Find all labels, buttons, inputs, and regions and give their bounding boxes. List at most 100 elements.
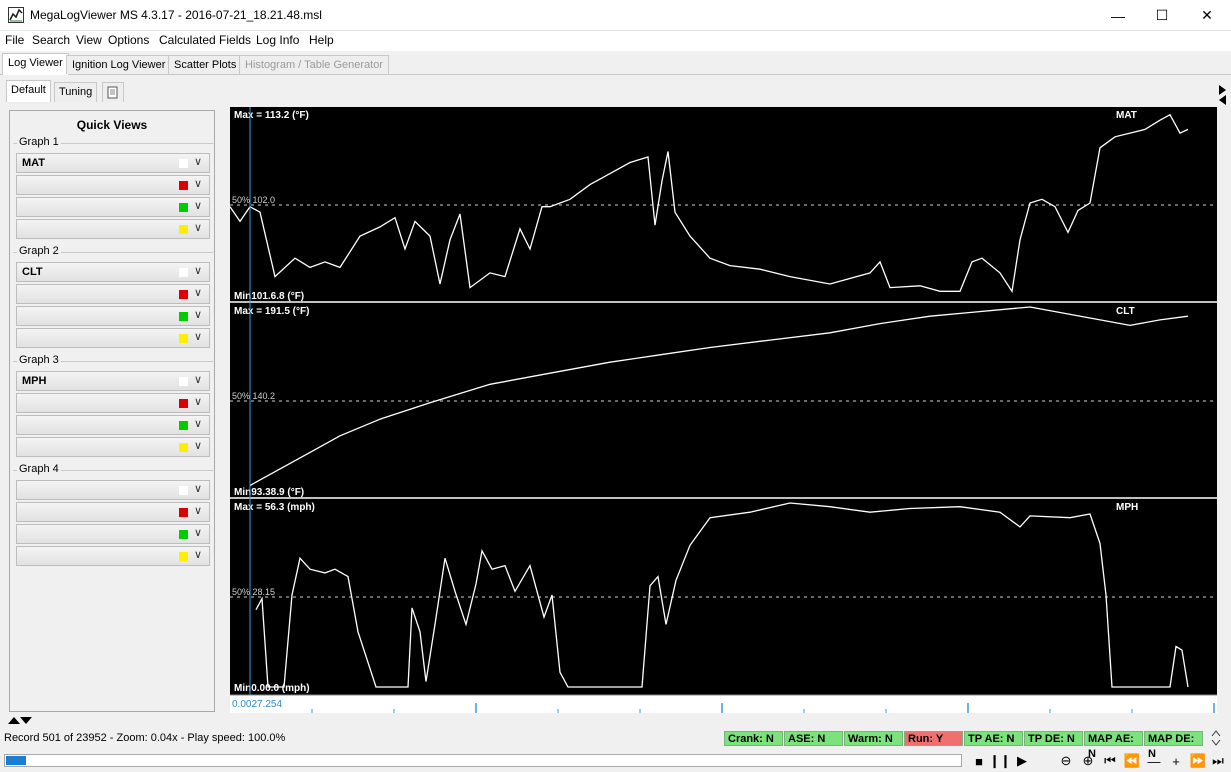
- chevron-down-icon[interactable]: ∨: [194, 155, 202, 168]
- menu-help[interactable]: Help: [309, 33, 334, 47]
- fast-forward-icon[interactable]: ⏩: [1188, 752, 1208, 770]
- field-selector[interactable]: ∨: [16, 415, 210, 435]
- chevron-down-icon[interactable]: ∨: [194, 548, 202, 561]
- graph-max-label: Max = 56.3 (mph): [234, 502, 315, 513]
- graph-group-4: Graph 4 ∨ ∨ ∨ ∨: [13, 463, 213, 572]
- series-trace-clt: [249, 306, 1189, 487]
- field-selector[interactable]: ∨: [16, 502, 210, 522]
- chevron-down-icon[interactable]: ∨: [194, 417, 202, 430]
- field-selector[interactable]: MPH ∨: [16, 371, 210, 391]
- status-flag: MAP AE: N: [1084, 731, 1143, 760]
- graph-group-label: Graph 4: [17, 463, 61, 475]
- menu-search[interactable]: Search: [32, 33, 70, 47]
- chevron-down-icon[interactable]: ∨: [194, 395, 202, 408]
- field-selector-value: MAT: [22, 157, 46, 169]
- pause-icon[interactable]: ❙❙: [989, 752, 1011, 770]
- chevron-down-icon[interactable]: ∨: [194, 221, 202, 234]
- color-swatch[interactable]: [179, 486, 188, 495]
- field-selector[interactable]: ∨: [16, 437, 210, 457]
- color-swatch[interactable]: [179, 203, 188, 212]
- color-swatch[interactable]: [179, 290, 188, 299]
- field-selector[interactable]: ∨: [16, 175, 210, 195]
- color-swatch[interactable]: [179, 377, 188, 386]
- menu-log-info[interactable]: Log Info: [256, 33, 299, 47]
- field-selector[interactable]: ∨: [16, 524, 210, 544]
- tab-ignition-log-viewer[interactable]: Ignition Log Viewer: [66, 55, 172, 74]
- color-swatch[interactable]: [179, 508, 188, 517]
- chevron-down-icon[interactable]: ∨: [194, 177, 202, 190]
- field-selector[interactable]: ∨: [16, 546, 210, 566]
- color-swatch[interactable]: [179, 159, 188, 168]
- chevron-down-icon[interactable]: ∨: [194, 439, 202, 452]
- menu-view[interactable]: View: [76, 33, 102, 47]
- field-selector[interactable]: ∨: [16, 480, 210, 500]
- tab-scatter-plots[interactable]: Scatter Plots: [168, 55, 243, 74]
- chevron-down-icon[interactable]: ∨: [194, 199, 202, 212]
- color-swatch[interactable]: [179, 225, 188, 234]
- menu-options[interactable]: Options: [108, 33, 149, 47]
- menu-calculated-fields[interactable]: Calculated Fields: [159, 33, 251, 47]
- side-arrows-icon[interactable]: [1217, 84, 1227, 106]
- playback-progress[interactable]: [4, 754, 962, 767]
- zoom-out-icon[interactable]: ⊖: [1056, 752, 1076, 770]
- field-selector[interactable]: ∨: [16, 284, 210, 304]
- color-swatch[interactable]: [179, 552, 188, 561]
- minus-icon[interactable]: —: [1144, 752, 1164, 770]
- graph-min-label: Min0.00.0 (mph): [234, 683, 310, 694]
- menu-file[interactable]: File: [5, 33, 24, 47]
- chevron-down-icon[interactable]: ∨: [194, 526, 202, 539]
- maximize-icon[interactable]: ☐: [1139, 0, 1185, 31]
- spinner-icon[interactable]: [1210, 728, 1222, 748]
- chevron-down-icon[interactable]: ∨: [194, 482, 202, 495]
- first-icon[interactable]: ⏮: [1100, 752, 1120, 770]
- new-tab-icon[interactable]: [102, 82, 124, 102]
- tab-default[interactable]: Default: [6, 80, 51, 102]
- color-swatch[interactable]: [179, 312, 188, 321]
- color-swatch[interactable]: [179, 399, 188, 408]
- progress-fill: [6, 756, 26, 765]
- field-selector[interactable]: ∨: [16, 219, 210, 239]
- field-selector[interactable]: ∨: [16, 306, 210, 326]
- tab-log-viewer[interactable]: Log Viewer: [2, 53, 69, 75]
- graph-max-label: Max = 191.5 (°F): [234, 306, 309, 317]
- color-swatch[interactable]: [179, 268, 188, 277]
- status-flag: ASE: N: [784, 731, 843, 746]
- collapse-arrows-icon[interactable]: [6, 715, 32, 725]
- color-swatch[interactable]: [179, 530, 188, 539]
- graph-mid-label: 50% 102.0: [232, 195, 275, 205]
- quick-views-panel: Quick Views Graph 1 MAT ∨ ∨ ∨ ∨ Graph 2 CLT ∨ ∨ ∨ ∨…: [9, 110, 215, 712]
- field-selector[interactable]: MAT ∨: [16, 153, 210, 173]
- close-icon[interactable]: ✕: [1184, 0, 1230, 31]
- quick-views-title: Quick Views: [76, 118, 148, 132]
- field-selector[interactable]: ∨: [16, 197, 210, 217]
- chevron-down-icon[interactable]: ∨: [194, 264, 202, 277]
- rewind-icon[interactable]: ⏪: [1122, 752, 1142, 770]
- zoom-in-icon[interactable]: ⊕: [1078, 752, 1098, 770]
- color-swatch[interactable]: [179, 334, 188, 343]
- stop-icon[interactable]: ■: [969, 752, 989, 770]
- graph-series-name: CLT: [1116, 306, 1135, 317]
- chevron-down-icon[interactable]: ∨: [194, 308, 202, 321]
- splitter[interactable]: [222, 107, 226, 713]
- graph-series-name: MAT: [1116, 110, 1137, 121]
- tab-histogram-table-generator[interactable]: Histogram / Table Generator: [239, 55, 389, 74]
- minimize-icon[interactable]: —: [1095, 0, 1141, 31]
- status-flag: Warm: N: [844, 731, 903, 746]
- chevron-down-icon[interactable]: ∨: [194, 286, 202, 299]
- color-swatch[interactable]: [179, 443, 188, 452]
- chevron-down-icon[interactable]: ∨: [194, 504, 202, 517]
- field-selector[interactable]: ∨: [16, 328, 210, 348]
- field-selector[interactable]: ∨: [16, 393, 210, 413]
- plus-icon[interactable]: +: [1166, 752, 1186, 770]
- color-swatch[interactable]: [179, 181, 188, 190]
- log-graph-area[interactable]: Max = 113.2 (°F) Min101.6.8 (°F) 50% 102.0…: [229, 107, 1217, 713]
- color-swatch[interactable]: [179, 421, 188, 430]
- graph-group-label: Graph 1: [17, 136, 61, 148]
- app-icon: [8, 7, 24, 23]
- play-icon[interactable]: ▶: [1012, 752, 1032, 770]
- last-icon[interactable]: ⏭: [1208, 752, 1228, 770]
- field-selector[interactable]: CLT ∨: [16, 262, 210, 282]
- tab-tuning[interactable]: Tuning: [54, 82, 98, 102]
- chevron-down-icon[interactable]: ∨: [194, 330, 202, 343]
- chevron-down-icon[interactable]: ∨: [194, 373, 202, 386]
